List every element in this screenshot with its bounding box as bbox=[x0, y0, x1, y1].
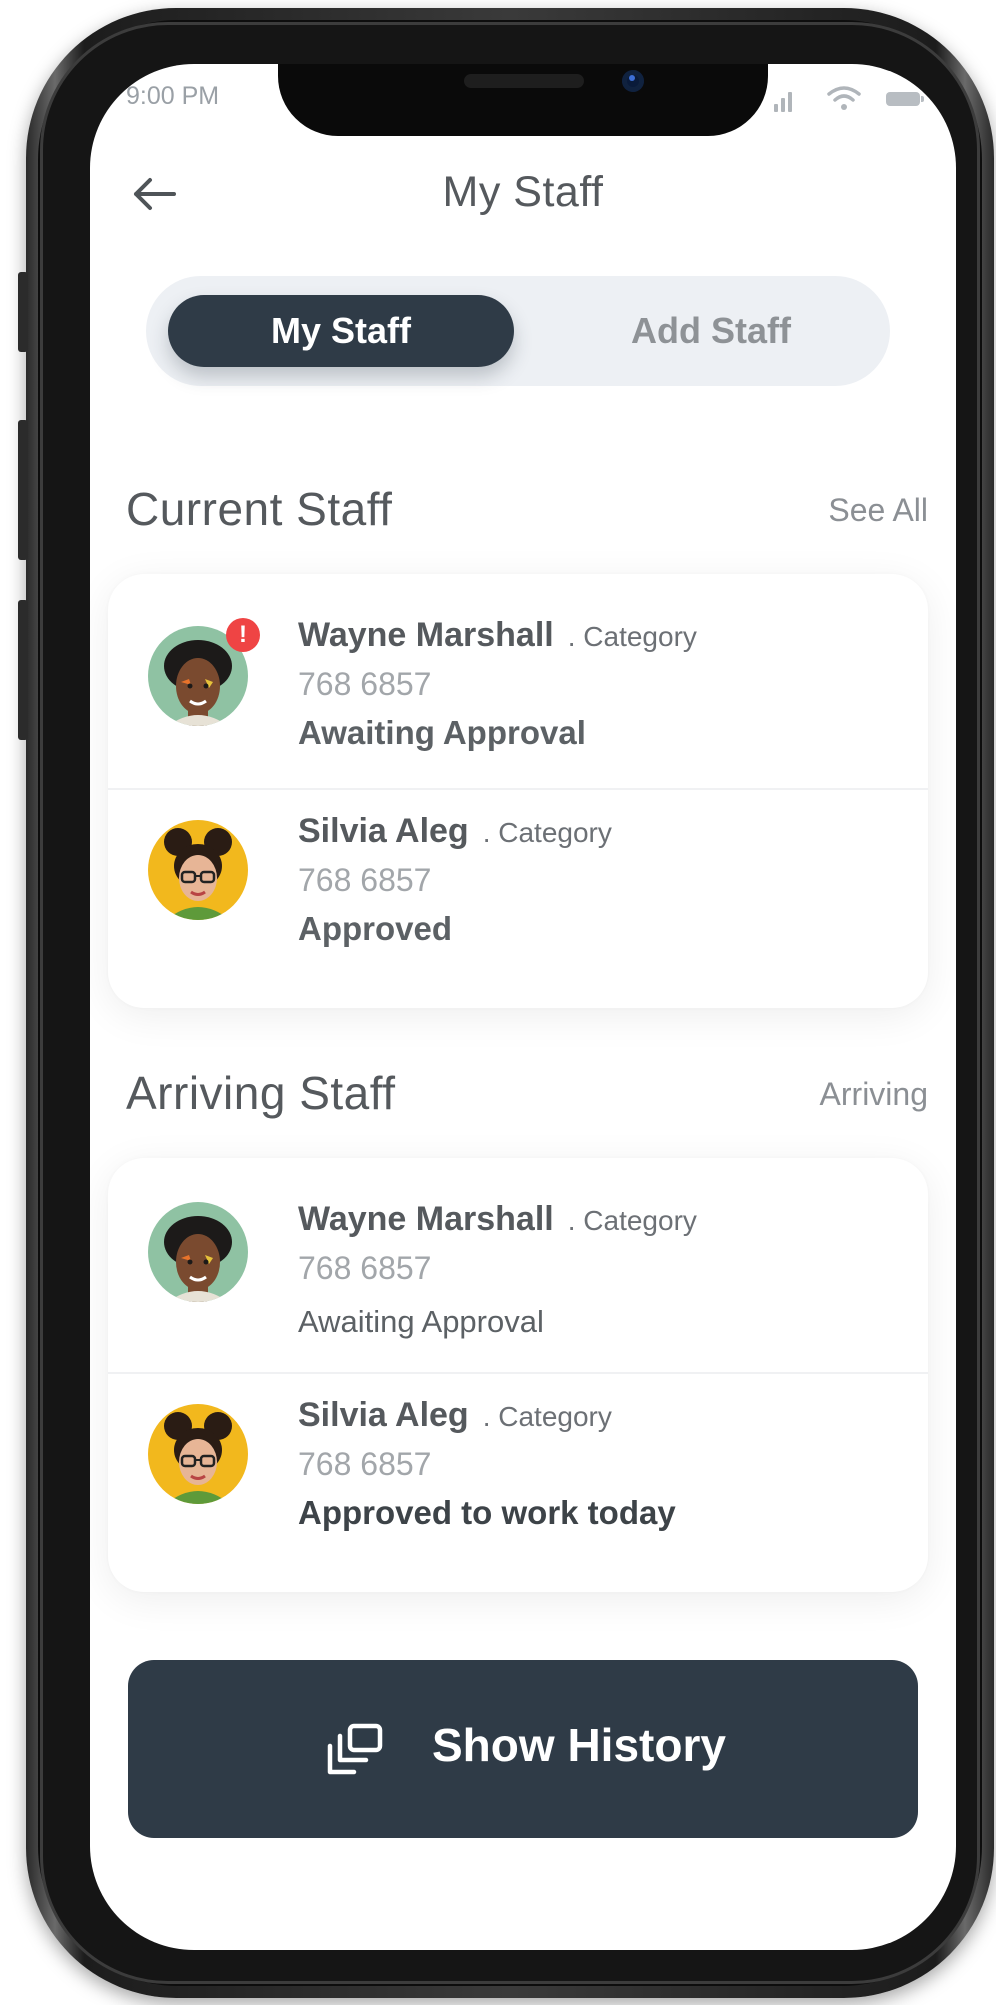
list-item[interactable]: Wayne Marshall. Category 768 6857 Awaiti… bbox=[108, 1158, 928, 1372]
staff-status: Approved to work today bbox=[298, 1494, 676, 1531]
signal-icon bbox=[774, 90, 798, 112]
tab-my-staff[interactable]: My Staff bbox=[168, 295, 514, 367]
app-screen: 9:00 PM My Staff My Staff Add Staff Curr… bbox=[90, 64, 956, 1950]
tab-add-staff[interactable]: Add Staff bbox=[546, 295, 876, 367]
status-time: 9:00 PM bbox=[126, 82, 220, 110]
alert-badge: ! bbox=[226, 618, 260, 652]
status-icons bbox=[774, 84, 934, 114]
staff-category: . Category bbox=[567, 1205, 697, 1236]
staff-name: Wayne Marshall. Category bbox=[298, 1200, 697, 1238]
volume-up-button bbox=[18, 420, 28, 560]
history-copy-icon bbox=[327, 1723, 383, 1775]
speaker-grille bbox=[464, 74, 584, 88]
list-item[interactable]: Silvia Aleg. Category 768 6857 Approved … bbox=[108, 1374, 928, 1592]
mute-switch bbox=[18, 272, 28, 352]
avatar bbox=[148, 1202, 248, 1302]
wifi-icon bbox=[827, 86, 861, 110]
show-history-label: Show History bbox=[432, 1719, 726, 1771]
staff-name: Wayne Marshall. Category bbox=[298, 616, 697, 654]
page-title: My Staff bbox=[442, 168, 604, 216]
avatar bbox=[148, 1404, 248, 1504]
staff-phone: 768 6857 bbox=[298, 1446, 432, 1482]
staff-category: . Category bbox=[482, 817, 612, 848]
current-staff-heading: Current Staff bbox=[126, 483, 393, 535]
arriving-link[interactable]: Arriving bbox=[820, 1076, 928, 1113]
staff-name: Silvia Aleg. Category bbox=[298, 812, 612, 850]
staff-phone: 768 6857 bbox=[298, 862, 432, 898]
front-camera bbox=[622, 70, 644, 92]
arriving-staff-heading: Arriving Staff bbox=[126, 1067, 396, 1119]
staff-name: Silvia Aleg. Category bbox=[298, 1396, 612, 1434]
staff-status: Approved bbox=[298, 910, 453, 947]
tab-switcher: My Staff Add Staff bbox=[146, 276, 890, 386]
staff-phone: 768 6857 bbox=[298, 1250, 432, 1286]
current-staff-card: ! Wayne Marshall. Category 768 6857 Awai… bbox=[108, 574, 928, 1008]
see-all-link[interactable]: See All bbox=[828, 492, 928, 529]
staff-status: Awaiting Approval bbox=[298, 714, 586, 751]
staff-category: . Category bbox=[482, 1401, 612, 1432]
show-history-button[interactable]: Show History bbox=[128, 1660, 918, 1838]
camera-notch bbox=[278, 64, 768, 136]
battery-icon bbox=[886, 92, 924, 106]
staff-category: . Category bbox=[567, 621, 697, 652]
avatar bbox=[148, 820, 248, 920]
arriving-staff-card: Wayne Marshall. Category 768 6857 Awaiti… bbox=[108, 1158, 928, 1592]
staff-status: Awaiting Approval bbox=[298, 1304, 544, 1339]
staff-phone: 768 6857 bbox=[298, 666, 432, 702]
list-item[interactable]: ! Wayne Marshall. Category 768 6857 Awai… bbox=[108, 574, 928, 788]
volume-down-button bbox=[18, 600, 28, 740]
list-item[interactable]: Silvia Aleg. Category 768 6857 Approved bbox=[108, 790, 928, 1008]
